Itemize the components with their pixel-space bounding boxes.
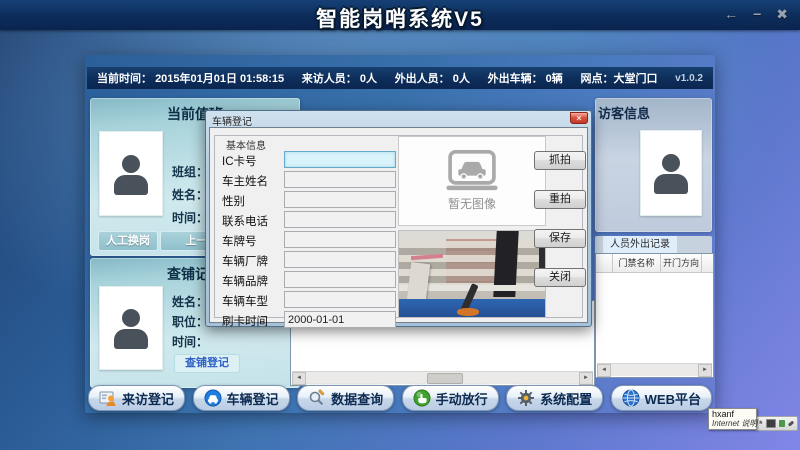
ime-indicator-icon[interactable]: * [759,419,763,429]
visitor-register-icon [99,389,117,407]
dialog-close-button[interactable]: 关闭 [534,268,586,287]
app-titlebar: 智能岗哨系统V5 ← − ✖ [0,0,800,30]
window-controls: ← − ✖ [724,6,788,23]
duty-group-label: 班组： [172,163,208,180]
manual-shift-button[interactable]: 人工换岗 [98,231,158,251]
close-icon[interactable]: ✖ [776,6,788,23]
wrench-icon[interactable] [787,420,794,426]
no-image-text: 暂无图像 [448,195,496,212]
vehicle-model-label: 车辆车型 [222,293,282,309]
person-icon [653,152,689,194]
ic-card-label: IC卡号 [222,153,282,169]
basic-info-label: 基本信息 [222,137,270,152]
ime-tooltip-title: hxanf [712,410,753,419]
current-time: 当前时间： 2015年01月01日 01:58:15 [97,70,284,86]
phone-input[interactable] [284,211,396,228]
system-config-button[interactable]: 系统配置 [506,385,603,411]
status-bar: 当前时间： 2015年01月01日 01:58:15 来访人员： 0人 外出人员… [87,67,713,89]
plate-number-input[interactable] [284,231,396,248]
dialog-body: 基本信息 IC卡号 车主姓名 性别 联系电话 车牌号 车辆 [209,127,588,323]
dialog-titlebar[interactable]: 车辆登记 ✕ [206,111,591,127]
check-photo-placeholder [99,286,163,370]
ime-mode-icon[interactable] [779,420,785,427]
bed-check-register-button[interactable]: 查铺登记 [174,354,240,373]
col-door-direction: 开门方向 [661,254,702,272]
retake-button[interactable]: 重拍 [534,190,586,209]
vehicle-brand-label: 车辆品牌 [222,273,282,289]
person-icon [113,307,149,349]
records-table-header: 门禁名称 开门方向 [596,254,713,273]
vehicle-brand-input[interactable] [284,271,396,288]
ime-tooltip-subtitle: Internet 说明 [712,419,753,428]
duty-time-label: 时间： [172,209,208,226]
records-tabbar: 人员外出记录 [595,236,712,253]
desktop: 智能岗哨系统V5 ← − ✖ 当前时间： 2015年01月01日 01:58:1… [0,0,800,450]
dialog-close-icon[interactable]: ✕ [570,112,588,124]
scroll-left-icon[interactable]: ◄ [597,364,611,377]
web-platform-icon [622,389,640,407]
swipe-time-label: 刷卡时间 [222,313,282,329]
tab-personnel-out-records[interactable]: 人员外出记录 [603,236,677,253]
vehicle-registration-dialog: 车辆登记 ✕ 基本信息 IC卡号 车主姓名 性别 联系电话 车 [205,110,592,327]
duty-photo-placeholder [99,131,163,216]
ime-language-bar: * [755,416,798,431]
version-label: v1.0.2 [675,73,703,84]
keyboard-icon[interactable] [766,419,777,428]
owner-name-input[interactable] [284,171,396,188]
out-vehicle-count: 外出车辆： 0辆 [488,70,563,86]
ime-tooltip: hxanf Internet 说明 [708,408,757,430]
horizontal-scrollbar[interactable]: ◄ ► [597,363,712,376]
check-name-label: 姓名： [172,293,208,310]
dialog-title: 车辆登记 [212,113,252,128]
scroll-left-icon[interactable]: ◄ [292,372,306,385]
plate-number-label: 车牌号 [222,233,282,249]
out-people-count: 外出人员： 0人 [395,70,470,86]
visitor-panel-title: 访客信息 [595,98,712,122]
back-icon[interactable]: ← [724,6,738,23]
owner-name-label: 车主姓名 [222,173,282,189]
records-table: 门禁名称 开门方向 ◄ ► [595,253,714,378]
visit-register-button[interactable]: 来访登记 [88,385,185,411]
swipe-time-input[interactable] [284,311,396,328]
manual-release-button[interactable]: 手动放行 [402,385,499,411]
duty-name-label: 姓名： [172,186,208,203]
ic-card-input[interactable] [284,151,396,168]
bottom-toolbar: 来访登记 车辆登记 数据查询 [88,385,712,411]
scroll-right-icon[interactable]: ► [579,372,593,385]
data-query-button[interactable]: 数据查询 [297,385,394,411]
save-button[interactable]: 保存 [534,229,586,248]
vehicle-register-button[interactable]: 车辆登记 [193,385,290,411]
visitor-panel: 访客信息 [595,98,712,232]
phone-label: 联系电话 [222,213,282,229]
site-name: 网点：大堂门口 [580,70,657,86]
col-extra [702,254,713,272]
camera-preview [398,230,546,318]
minimize-icon[interactable]: − [753,6,761,23]
vehicle-model-input[interactable] [284,291,396,308]
system-config-icon [517,389,535,407]
capture-button[interactable]: 抓拍 [534,151,586,170]
col-selector [596,254,613,272]
horizontal-scrollbar[interactable]: ◄ ► [292,371,593,384]
app-title: 智能岗哨系统V5 [0,3,800,33]
check-time-label: 时间： [172,333,208,350]
vehicle-maker-label: 车辆厂牌 [222,253,282,269]
web-platform-button[interactable]: WEB平台 [611,385,712,411]
gender-label: 性别 [222,193,282,209]
col-door-name: 门禁名称 [613,254,661,272]
no-image-placeholder: 暂无图像 [398,136,546,226]
check-position-label: 职位： [172,313,208,330]
vehicle-register-icon [204,389,222,407]
manual-release-icon [413,389,431,407]
visitor-count: 来访人员： 0人 [302,70,377,86]
visitor-photo-placeholder [640,130,702,216]
data-query-icon [308,389,326,407]
scrollbar-thumb[interactable] [427,373,463,384]
scroll-right-icon[interactable]: ► [698,364,712,377]
car-placeholder-icon [444,150,500,192]
person-icon [113,153,149,195]
gender-input[interactable] [284,191,396,208]
vehicle-maker-input[interactable] [284,251,396,268]
